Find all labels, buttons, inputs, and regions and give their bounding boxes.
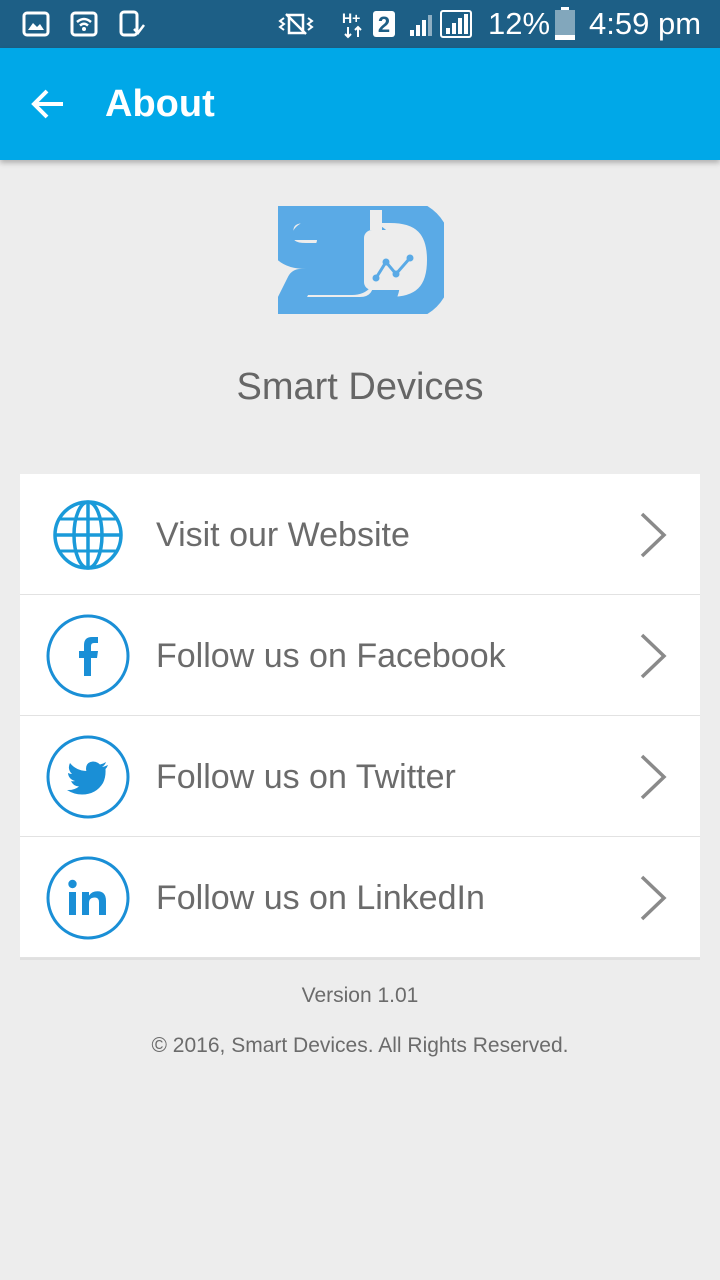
chevron-right-icon (640, 754, 667, 800)
battery-percent: 12% (488, 6, 551, 41)
smart-devices-logo (267, 197, 453, 323)
status-bar: H+ 2 12% 4:59 pm (0, 0, 720, 48)
linkedin-label: Follow us on LinkedIn (156, 879, 485, 917)
svg-text:H+: H+ (342, 10, 360, 26)
vibrate-icon (276, 0, 316, 48)
twitter-label: Follow us on Twitter (156, 758, 456, 796)
gallery-icon (22, 0, 50, 48)
twitter-row[interactable]: Follow us on Twitter (20, 716, 700, 837)
version-text: Version 1.01 (301, 984, 419, 1007)
facebook-icon (46, 614, 130, 698)
signal-icon (408, 0, 438, 48)
chevron-right-icon (640, 512, 667, 558)
chevron-right-icon (640, 633, 667, 679)
app-bar: About (0, 48, 720, 160)
facebook-row[interactable]: Follow us on Facebook (20, 595, 700, 716)
globe-icon (53, 500, 123, 570)
back-button[interactable] (22, 80, 74, 128)
facebook-label: Follow us on Facebook (156, 637, 506, 675)
copyright-text: © 2016, Smart Devices. All Rights Reserv… (151, 1034, 569, 1057)
page-title: About (105, 83, 215, 125)
clock: 4:59 pm (589, 6, 702, 41)
linkedin-row[interactable]: Follow us on LinkedIn (20, 837, 700, 958)
visit-website-label: Visit our Website (156, 516, 410, 554)
sim-2-badge: 2 (373, 0, 395, 48)
visit-website-row[interactable]: Visit our Website (20, 474, 700, 595)
signal-icon (440, 0, 472, 48)
arrow-back-icon (31, 89, 63, 119)
wifi-icon (70, 0, 98, 48)
app-name: Smart Devices (236, 366, 484, 408)
links-list: Visit our Website Follow us on Facebook … (20, 474, 700, 958)
twitter-icon (46, 735, 130, 819)
chevron-right-icon (640, 875, 667, 921)
list-divider (20, 958, 700, 960)
phone-check-icon (118, 0, 146, 48)
battery-icon (553, 0, 577, 48)
linkedin-icon (46, 856, 130, 940)
h-plus-data-icon: H+ (340, 0, 370, 48)
